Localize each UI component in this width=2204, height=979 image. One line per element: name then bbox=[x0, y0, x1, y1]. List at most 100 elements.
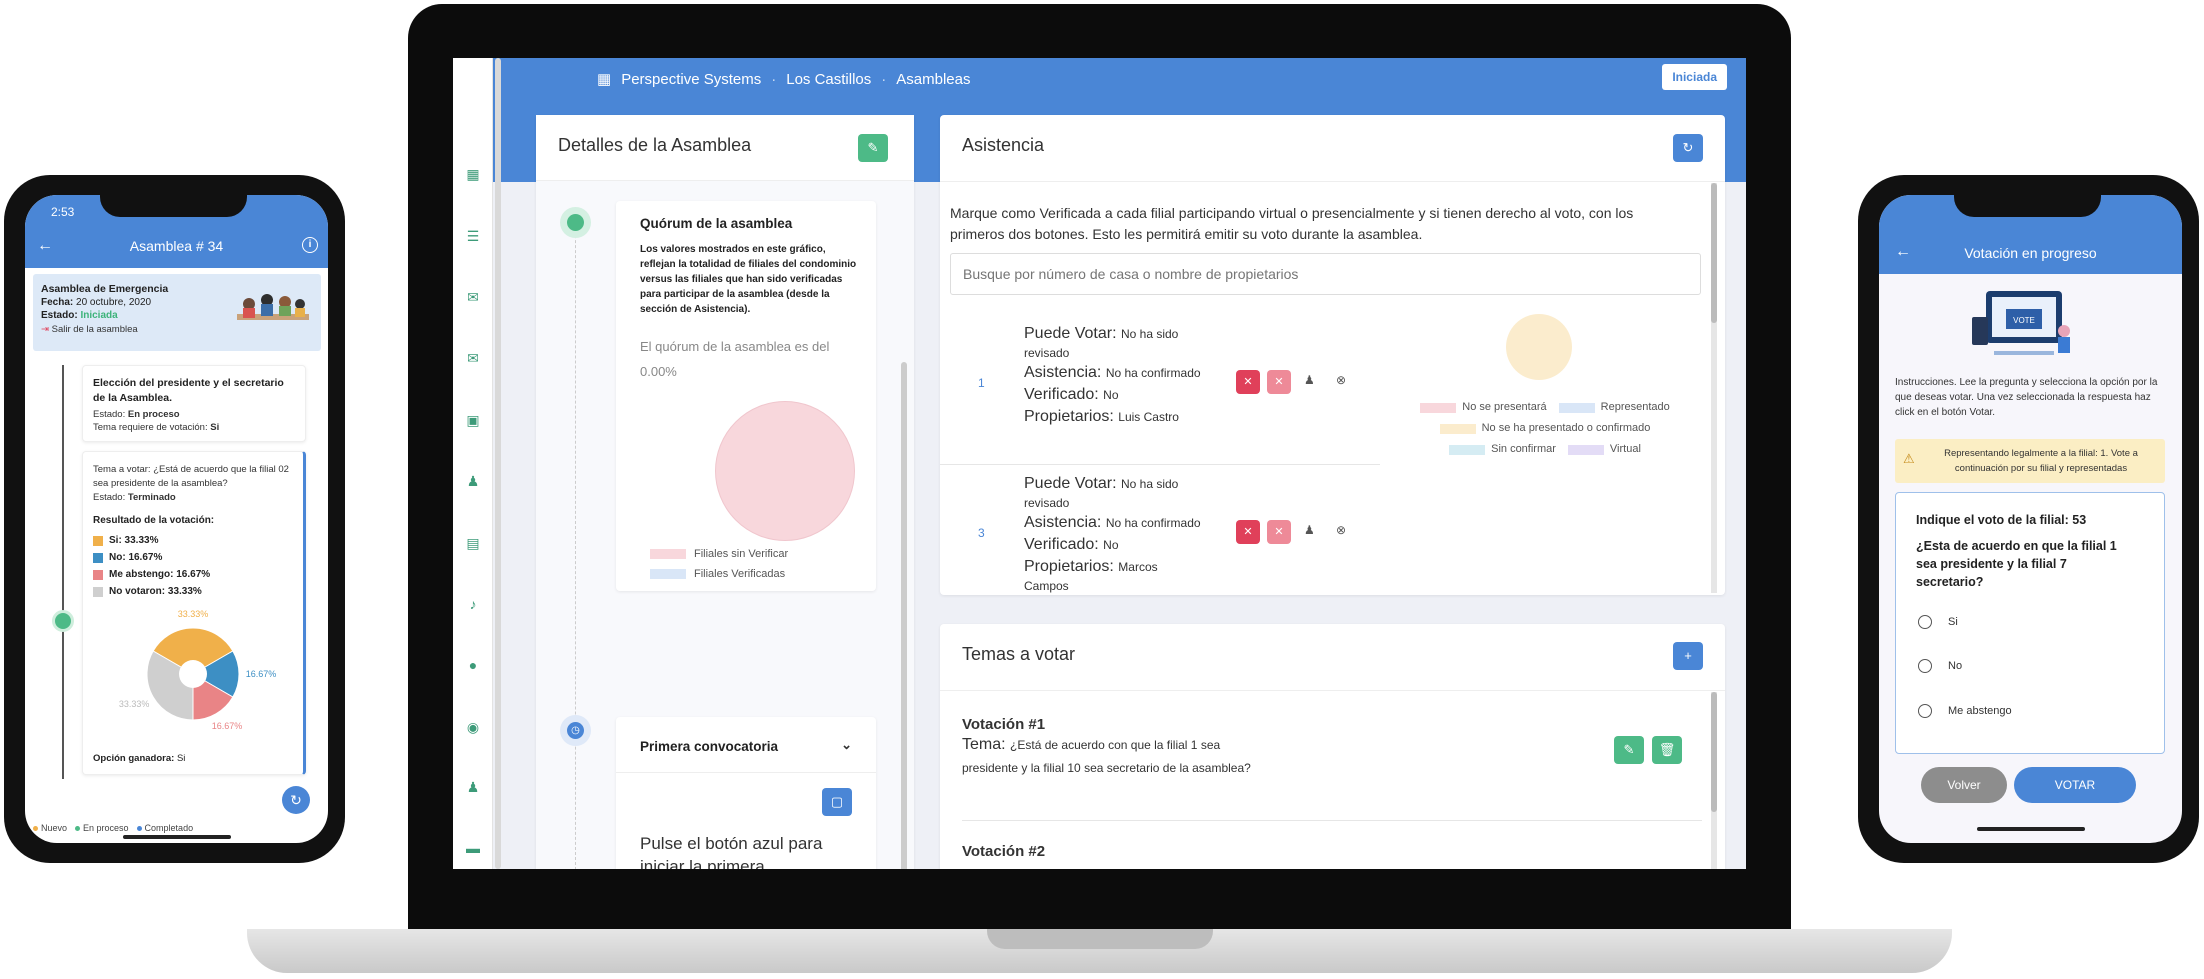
bell-nav-icon[interactable]: ♪ bbox=[465, 596, 481, 612]
laptop-screen: ▦ Perspective Systems · Los Castillos · As… bbox=[453, 58, 1746, 869]
topic-title: Elección del presidente y el secretario … bbox=[93, 377, 284, 404]
puede-value-2: revisado bbox=[1024, 496, 1070, 510]
row-number: 3 bbox=[978, 526, 985, 540]
circle-close-icon[interactable]: ⊗ bbox=[1336, 373, 1346, 387]
file-nav-icon[interactable]: ▤ bbox=[465, 535, 481, 551]
refresh-fab[interactable]: ↻ bbox=[282, 786, 310, 814]
attendance-search-input[interactable] bbox=[950, 253, 1701, 295]
attendance-card: Asistencia ↻ Marque como Verificada a ca… bbox=[940, 115, 1725, 595]
vote-question: ¿Esta de acuerdo en que la filial 1 sea … bbox=[1916, 539, 2117, 589]
attendance-scrollbar[interactable] bbox=[1711, 183, 1717, 593]
info-icon[interactable]: i bbox=[302, 237, 318, 253]
plus-icon: + bbox=[1684, 648, 1692, 663]
list-nav-icon[interactable]: ☰ bbox=[465, 228, 481, 244]
absent-button[interactable]: ✕ bbox=[1267, 370, 1291, 394]
radio-icon[interactable] bbox=[1918, 659, 1932, 673]
legend-label: En proceso bbox=[83, 823, 129, 833]
laptop-notch bbox=[987, 929, 1213, 949]
status-legend: Nuevo En proceso Completado bbox=[33, 823, 193, 833]
exit-label: Salir de la asamblea bbox=[51, 324, 138, 335]
phone-notch bbox=[100, 195, 247, 217]
convocatoria-title: Primera convocatoria bbox=[640, 739, 779, 754]
sidebar: ▦ ☰ ✉ ✉ ▣ ♟ ▤ ♪ ● ◉ ♟ ▬ bbox=[453, 58, 501, 869]
sidebar-scrollbar[interactable] bbox=[495, 58, 501, 869]
right-phone-screen: ← Votación en progreso VOTE Instruccione… bbox=[1879, 195, 2182, 843]
edit-topic-button[interactable]: ✎ bbox=[1614, 736, 1644, 764]
fecha-value: 20 octubre, 2020 bbox=[76, 297, 152, 308]
refresh-icon: ↻ bbox=[1682, 140, 1694, 155]
delete-topic-button[interactable]: 🗑 bbox=[1652, 736, 1682, 764]
vote-title: Indique el voto de la filial: 53 bbox=[1916, 513, 2087, 527]
topics-scrollbar[interactable] bbox=[1711, 692, 1717, 869]
radio-icon[interactable] bbox=[1918, 615, 1932, 629]
vote-form: Indique el voto de la filial: 53 ¿Esta d… bbox=[1895, 492, 2165, 754]
breadcrumb-2[interactable]: Los Castillos bbox=[786, 71, 871, 88]
row-number: 1 bbox=[978, 376, 985, 390]
users-nav-icon[interactable]: ♟ bbox=[465, 473, 481, 489]
absent-button[interactable]: ✕ bbox=[1267, 520, 1291, 544]
breadcrumb-3[interactable]: Asambleas bbox=[896, 71, 970, 88]
group-nav-icon[interactable]: ♟ bbox=[465, 779, 481, 795]
start-convocatoria-button[interactable]: ▢ bbox=[822, 788, 852, 816]
breadcrumb-1[interactable]: Perspective Systems bbox=[621, 71, 761, 88]
status-badge: Iniciada bbox=[1662, 64, 1727, 90]
result-label: Si: 33.33% bbox=[109, 535, 159, 546]
back-button[interactable]: Volver bbox=[1921, 767, 2007, 803]
radio-icon[interactable] bbox=[1918, 704, 1932, 718]
legend-item: Completado bbox=[136, 823, 194, 833]
building-nav-icon[interactable]: ▦ bbox=[465, 166, 481, 182]
mail-nav-icon[interactable]: ✉ bbox=[465, 350, 481, 366]
user-nav-icon[interactable]: ● bbox=[465, 657, 481, 673]
option-label: Si bbox=[1948, 616, 1958, 628]
header-title: Asamblea # 34 bbox=[129, 238, 224, 254]
estado-label: Estado: bbox=[41, 310, 78, 321]
prop-label: Propietarios: bbox=[1024, 408, 1114, 425]
close-icon: ✕ bbox=[1243, 376, 1253, 388]
option-no[interactable]: No bbox=[1918, 659, 1962, 673]
eye-nav-icon[interactable]: ◉ bbox=[465, 719, 481, 735]
topic-item-title: Votación #1 bbox=[962, 716, 1046, 733]
user-cog-icon[interactable]: ♟ bbox=[1304, 373, 1315, 387]
topic-req-label: Tema requiere de votación: bbox=[93, 422, 208, 433]
warning-text: Representando legalmente a la filial: 1.… bbox=[1944, 448, 2138, 474]
exit-icon: ⇥ bbox=[41, 324, 49, 335]
refresh-attendance-button[interactable]: ↻ bbox=[1673, 134, 1703, 162]
topic-card-1[interactable]: Elección del presidente y el secretario … bbox=[82, 365, 306, 442]
briefcase-nav-icon[interactable]: ▬ bbox=[465, 840, 481, 856]
right-phone: ← Votación en progreso VOTE Instruccione… bbox=[1858, 175, 2199, 863]
topic-card-2[interactable]: Tema a votar: ¿Está de acuerdo que la fi… bbox=[82, 451, 306, 775]
result-item: Me abstengo: 16.67% bbox=[93, 566, 210, 583]
option-abstain[interactable]: Me abstengo bbox=[1918, 704, 2012, 718]
ver-value: No bbox=[1103, 388, 1119, 402]
legend-label: Completado bbox=[144, 823, 194, 833]
prop-value-2: Campos bbox=[1024, 579, 1069, 593]
quorum-text: El quórum de la asamblea es del bbox=[640, 339, 830, 354]
puede-value-2: revisado bbox=[1024, 346, 1070, 360]
ver-label: Verificado: bbox=[1024, 536, 1099, 553]
details-card: Detalles de la Asamblea ✎ ◷ Quórum de la… bbox=[536, 115, 914, 869]
attendance-legend: No se presentará Representado No se ha p… bbox=[1380, 397, 1710, 460]
exit-link[interactable]: ⇥ Salir de la asamblea bbox=[41, 324, 138, 335]
pie-label: 33.33% bbox=[119, 699, 150, 709]
option-si[interactable]: Si bbox=[1918, 615, 1958, 629]
calendar-nav-icon[interactable]: ▣ bbox=[465, 412, 481, 428]
topic-item-1: Votación #1 Tema: ¿Está de acuerdo con q… bbox=[962, 716, 1702, 821]
attendance-row-2: 3 Puede Votar: No ha sido revisado Asist… bbox=[940, 473, 1380, 595]
home-indicator bbox=[123, 835, 231, 839]
edit-details-button[interactable]: ✎ bbox=[858, 134, 888, 162]
reject-button[interactable]: ✕ bbox=[1236, 520, 1260, 544]
close-icon: ✕ bbox=[1274, 376, 1284, 388]
home-indicator bbox=[1977, 827, 2085, 831]
reject-button[interactable]: ✕ bbox=[1236, 370, 1260, 394]
user-cog-icon[interactable]: ♟ bbox=[1304, 523, 1315, 537]
topic2-estado-value: Terminado bbox=[127, 492, 176, 503]
details-scrollbar[interactable] bbox=[901, 362, 907, 869]
asis-label: Asistencia: bbox=[1024, 364, 1102, 381]
add-topic-button[interactable]: + bbox=[1673, 642, 1703, 670]
prop-value: Marcos bbox=[1118, 560, 1158, 574]
circle-close-icon[interactable]: ⊗ bbox=[1336, 523, 1346, 537]
chevron-down-icon[interactable]: ⌄ bbox=[841, 737, 852, 753]
chat-nav-icon[interactable]: ✉ bbox=[465, 289, 481, 305]
topic-item-2-title: Votación #2 bbox=[962, 843, 1046, 860]
vote-button[interactable]: VOTAR bbox=[2014, 767, 2136, 803]
